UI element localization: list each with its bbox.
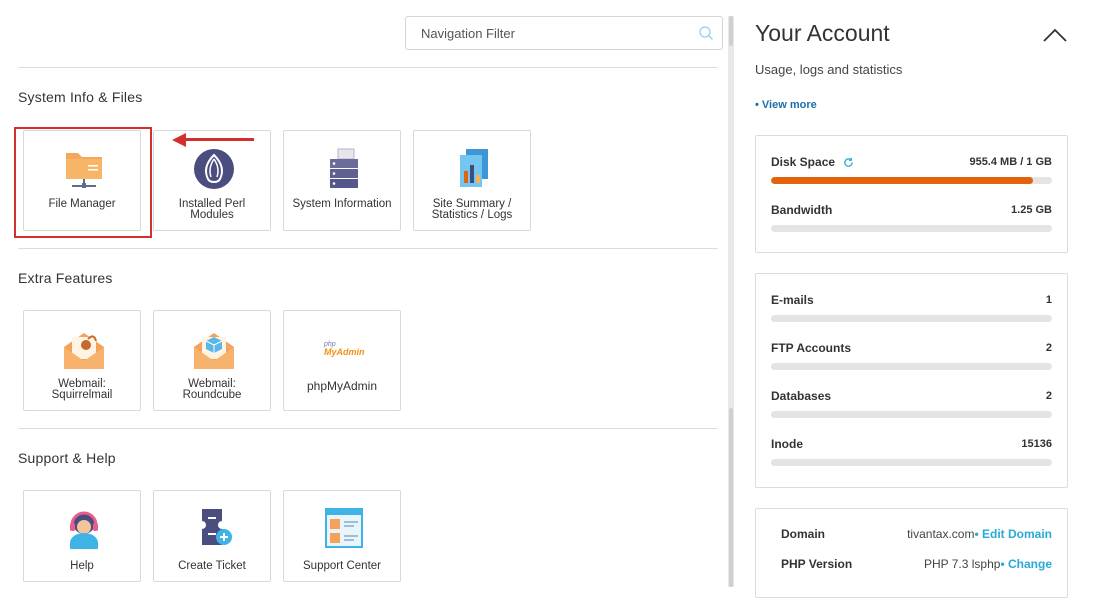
databases-value: 2 [1045, 390, 1052, 402]
tile-label: phpMyAdmin [306, 379, 378, 393]
tile-support-center[interactable]: Support Center [283, 490, 401, 582]
help-headset-icon [70, 511, 98, 549]
scrollbar-thumb-top[interactable] [729, 16, 733, 46]
tile-label: Create Ticket [178, 560, 246, 572]
pointer-arrow-icon [172, 133, 186, 147]
file-manager-highlight [14, 127, 152, 238]
domain-value-row: tivantax.com• Edit Domain [907, 527, 1052, 541]
tile-label: System Information [292, 198, 392, 210]
domain-value: tivantax.com [907, 527, 975, 541]
php-version-value: PHP 7.3 lsphp [923, 557, 1001, 571]
inode-value: 15136 [1021, 438, 1052, 450]
bandwidth-value: 1.25 GB [1011, 204, 1052, 216]
refresh-icon[interactable] [843, 157, 854, 168]
databases-label: Databases [771, 389, 832, 403]
php-version-label: PHP Version [781, 557, 853, 571]
tile-webmail-squirrelmail[interactable]: Webmail: Squirrelmail [23, 310, 141, 411]
support-center-icon [325, 508, 363, 548]
tile-help[interactable]: Help [23, 490, 141, 582]
divider [18, 248, 718, 249]
ftp-accounts-label: FTP Accounts [771, 341, 852, 355]
emails-value: 1 [1045, 294, 1052, 306]
tile-label: Installed Perl Modules [178, 198, 246, 221]
emails-label: E-mails [771, 293, 814, 307]
stats-report-icon [460, 149, 488, 187]
hosting-info-card: Domain tivantax.com• Edit Domain PHP Ver… [755, 508, 1068, 598]
account-subtitle: Usage, logs and statistics [755, 62, 903, 77]
phpmyadmin-icon: php MyAdmin [324, 341, 374, 357]
section-title-support-help: Support & Help [18, 450, 116, 466]
tile-site-summary[interactable]: Site Summary / Statistics / Logs [413, 130, 531, 231]
divider [18, 67, 718, 68]
tile-label: Help [70, 560, 94, 572]
create-ticket-icon [202, 509, 232, 545]
section-title-extra-features: Extra Features [18, 270, 113, 286]
tile-label: Webmail: Roundcube [182, 378, 242, 401]
change-php-link[interactable]: • Change [1000, 557, 1052, 571]
edit-domain-link[interactable]: • Edit Domain [974, 527, 1052, 541]
stats-card: E-mails 1 FTP Accounts 2 Databases 2 Ino… [755, 273, 1068, 488]
server-icon [330, 148, 358, 188]
ftp-accounts-bar [771, 363, 1052, 370]
tile-label: Site Summary / Statistics / Logs [431, 198, 513, 221]
tile-phpmyadmin[interactable]: php MyAdmin phpMyAdmin [283, 310, 401, 411]
tile-installed-perl-modules[interactable]: Installed Perl Modules [153, 130, 271, 231]
section-title-system-info: System Info & Files [18, 89, 143, 105]
disk-space-bar [771, 177, 1052, 184]
disk-space-bar-fill [771, 177, 1034, 184]
phpmyadmin-logo-myadmin: MyAdmin [324, 347, 365, 357]
navigation-filter-input[interactable] [406, 17, 686, 49]
view-more-link[interactable]: • View more [755, 99, 817, 111]
databases-bar [771, 411, 1052, 418]
chevron-up-icon[interactable] [1043, 28, 1067, 42]
bandwidth-label: Bandwidth [771, 203, 833, 217]
emails-bar [771, 315, 1052, 322]
usage-card: Disk Space 955.4 MB / 1 GB Bandwidth 1.2… [755, 135, 1068, 253]
disk-space-label: Disk Space [771, 155, 836, 169]
bandwidth-bar [771, 225, 1052, 232]
tile-system-information[interactable]: System Information [283, 130, 401, 231]
navigation-filter[interactable] [405, 16, 723, 50]
inode-label: Inode [771, 437, 803, 451]
tile-create-ticket[interactable]: Create Ticket [153, 490, 271, 582]
pointer-arrow-line [186, 138, 254, 141]
ftp-accounts-value: 2 [1045, 342, 1052, 354]
perl-onion-icon [194, 149, 234, 189]
search-icon[interactable] [698, 25, 714, 41]
tile-label: Support Center [303, 560, 381, 572]
scrollbar-thumb[interactable] [729, 408, 733, 587]
divider [18, 428, 718, 429]
domain-label: Domain [781, 527, 826, 541]
squirrelmail-icon [64, 333, 104, 369]
your-account-title: Your Account [755, 20, 890, 46]
roundcube-icon [194, 333, 234, 369]
tile-webmail-roundcube[interactable]: Webmail: Roundcube [153, 310, 271, 411]
tile-label: Webmail: Squirrelmail [51, 378, 113, 401]
inode-bar [771, 459, 1052, 466]
php-version-row: PHP 7.3 lsphp• Change [924, 557, 1052, 571]
disk-space-value: 955.4 MB / 1 GB [969, 156, 1052, 168]
